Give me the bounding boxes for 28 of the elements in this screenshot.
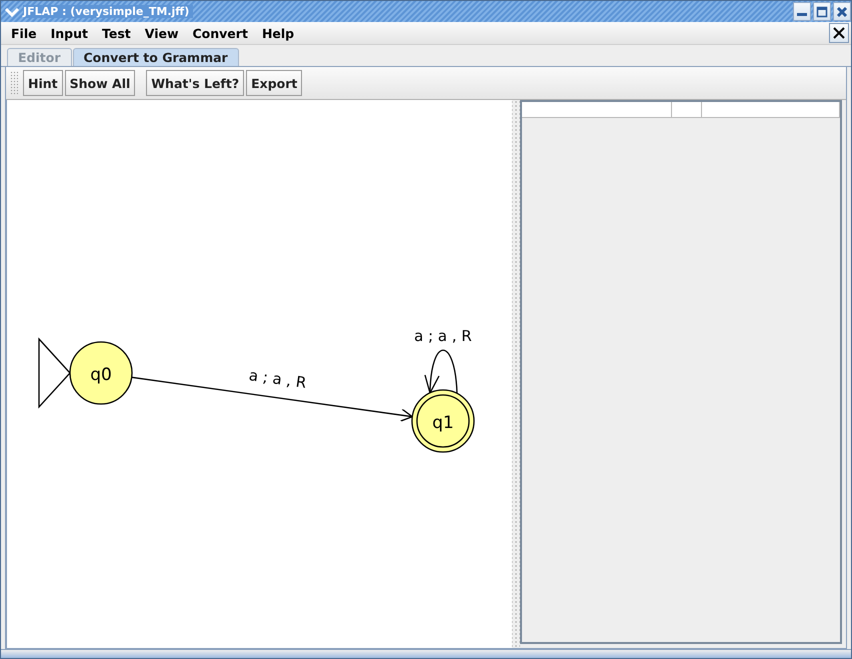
maximize-icon	[816, 6, 828, 18]
transition-label: a ; a , R	[248, 366, 308, 392]
transition-arrow	[424, 350, 458, 395]
minimize-button[interactable]	[793, 2, 811, 21]
chevron-icon[interactable]	[5, 6, 19, 16]
split-handle[interactable]	[512, 100, 520, 648]
close-icon	[832, 26, 846, 40]
window-title: JFLAP : (verysimple_TM.jff)	[23, 5, 194, 18]
toolbar-button[interactable]: Hint	[23, 70, 63, 96]
toolbar-button[interactable]: Export	[246, 70, 302, 96]
menu-item[interactable]: File	[4, 26, 44, 40]
transition-label: a ; a , R	[414, 327, 472, 345]
state-label: q1	[432, 413, 454, 433]
close-button[interactable]	[829, 23, 849, 43]
menu-item[interactable]: Help	[254, 26, 302, 40]
toolbar-button[interactable]: What's Left?	[146, 70, 244, 96]
menu-item[interactable]: Convert	[186, 26, 255, 40]
menu-item[interactable]: View	[138, 26, 186, 40]
close-button[interactable]	[833, 2, 851, 21]
menu-item[interactable]: Input	[44, 26, 95, 40]
close-icon	[836, 6, 848, 18]
menu-item[interactable]: Test	[94, 26, 138, 40]
tab[interactable]: Convert to Grammar	[72, 48, 239, 66]
grip-handle[interactable]	[10, 71, 18, 95]
minimize-icon	[797, 13, 807, 16]
state-label: q0	[90, 365, 112, 385]
toolbar-button[interactable]: Show All	[64, 70, 136, 96]
maximize-button[interactable]	[813, 2, 831, 21]
